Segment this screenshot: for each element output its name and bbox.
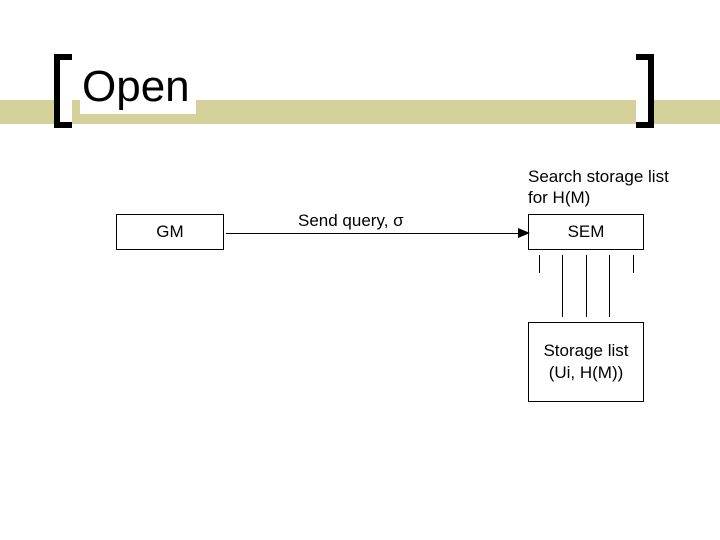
sem-box: SEM bbox=[528, 214, 644, 250]
arrow-head-gm-to-sem bbox=[518, 228, 530, 238]
sem-to-storage-connectors bbox=[539, 255, 633, 317]
search-annotation: Search storage list for H(M) bbox=[528, 166, 698, 209]
send-query-label: Send query, σ bbox=[298, 210, 498, 231]
sem-label: SEM bbox=[568, 221, 605, 243]
gm-label: GM bbox=[156, 221, 183, 243]
arrow-gm-to-sem bbox=[226, 233, 522, 234]
search-annotation-line2: for H(M) bbox=[528, 187, 698, 208]
title-bracket-left bbox=[54, 54, 72, 128]
storage-list-box: Storage list (Ui, H(M)) bbox=[528, 322, 644, 402]
search-annotation-line1: Search storage list bbox=[528, 166, 698, 187]
connector-v-3 bbox=[586, 255, 587, 317]
connector-v-4 bbox=[609, 255, 610, 317]
title-bracket-right bbox=[636, 54, 654, 128]
slide-title: Open bbox=[80, 62, 196, 114]
connector-v-2 bbox=[562, 255, 563, 317]
connector-v-1 bbox=[539, 255, 540, 273]
connector-v-5 bbox=[633, 255, 634, 273]
storage-label-line1: Storage list bbox=[543, 340, 628, 362]
gm-box: GM bbox=[116, 214, 224, 250]
storage-label-line2: (Ui, H(M)) bbox=[543, 362, 628, 384]
